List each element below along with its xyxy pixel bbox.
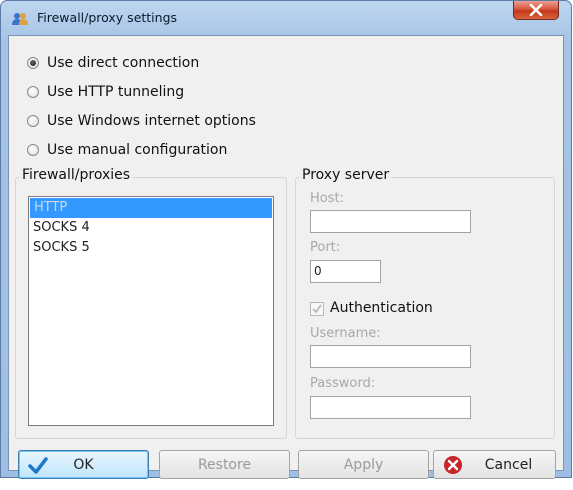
users-icon	[12, 13, 28, 25]
cancel-button[interactable]: Cancel	[433, 450, 556, 479]
window-title: Firewall/proxy settings	[37, 10, 178, 25]
list-item-socks5[interactable]: SOCKS 5	[29, 238, 273, 258]
dialog-window: Firewall/proxy settings Use direct conne…	[0, 0, 572, 479]
radio-http-tunneling[interactable]: Use HTTP tunneling	[27, 81, 184, 103]
radio-label: Use HTTP tunneling	[47, 84, 185, 100]
radio-label: Use direct connection	[47, 55, 200, 71]
group-title-firewall: Firewall/proxies	[20, 167, 133, 183]
password-label: Password:	[310, 376, 376, 391]
port-input[interactable]: 0	[310, 260, 381, 283]
radio-direct-connection[interactable]: Use direct connection	[27, 52, 199, 74]
authentication-checkbox[interactable]	[310, 302, 324, 316]
password-input[interactable]	[310, 396, 471, 419]
list-item-socks4[interactable]: SOCKS 4	[29, 218, 273, 238]
username-label: Username:	[310, 326, 381, 341]
restore-button[interactable]: Restore	[159, 450, 290, 479]
radio-button[interactable]	[27, 115, 39, 127]
checkmark-icon	[28, 457, 48, 474]
radio-selected-dot	[30, 60, 36, 66]
radio-label: Use manual configuration	[47, 142, 228, 158]
restore-label: Restore	[197, 456, 252, 473]
radio-label: Use Windows internet options	[47, 113, 256, 129]
close-button[interactable]	[513, 1, 559, 20]
cancel-icon	[444, 456, 462, 474]
ok-label: OK	[73, 456, 94, 473]
apply-button[interactable]: Apply	[298, 450, 429, 479]
title-bar[interactable]: Firewall/proxy settings	[1, 1, 571, 35]
host-input[interactable]	[310, 210, 471, 233]
proxy-server-group: Proxy server Host: Port: 0 Authenticatio…	[295, 167, 555, 439]
close-icon	[529, 4, 543, 16]
group-title-proxy: Proxy server	[300, 167, 392, 183]
dialog-content: Use direct connection Use HTTP tunneling…	[8, 35, 564, 479]
cancel-label: Cancel	[484, 456, 533, 473]
radio-manual-configuration[interactable]: Use manual configuration	[27, 139, 227, 161]
radio-button[interactable]	[27, 57, 39, 69]
radio-button[interactable]	[27, 144, 39, 156]
radio-windows-internet-options[interactable]: Use Windows internet options	[27, 110, 256, 132]
host-label: Host:	[310, 191, 344, 206]
ok-button[interactable]: OK	[18, 450, 149, 479]
firewall-proxies-list[interactable]: HTTP SOCKS 4 SOCKS 5	[28, 196, 274, 426]
username-input[interactable]	[310, 345, 471, 368]
firewall-proxies-group: Firewall/proxies HTTP SOCKS 4 SOCKS 5	[15, 167, 287, 439]
list-item-http[interactable]: HTTP	[30, 198, 272, 218]
authentication-label: Authentication	[330, 300, 433, 316]
apply-label: Apply	[343, 456, 384, 473]
radio-button[interactable]	[27, 86, 39, 98]
checkmark-icon	[312, 304, 322, 314]
port-label: Port:	[310, 240, 341, 255]
